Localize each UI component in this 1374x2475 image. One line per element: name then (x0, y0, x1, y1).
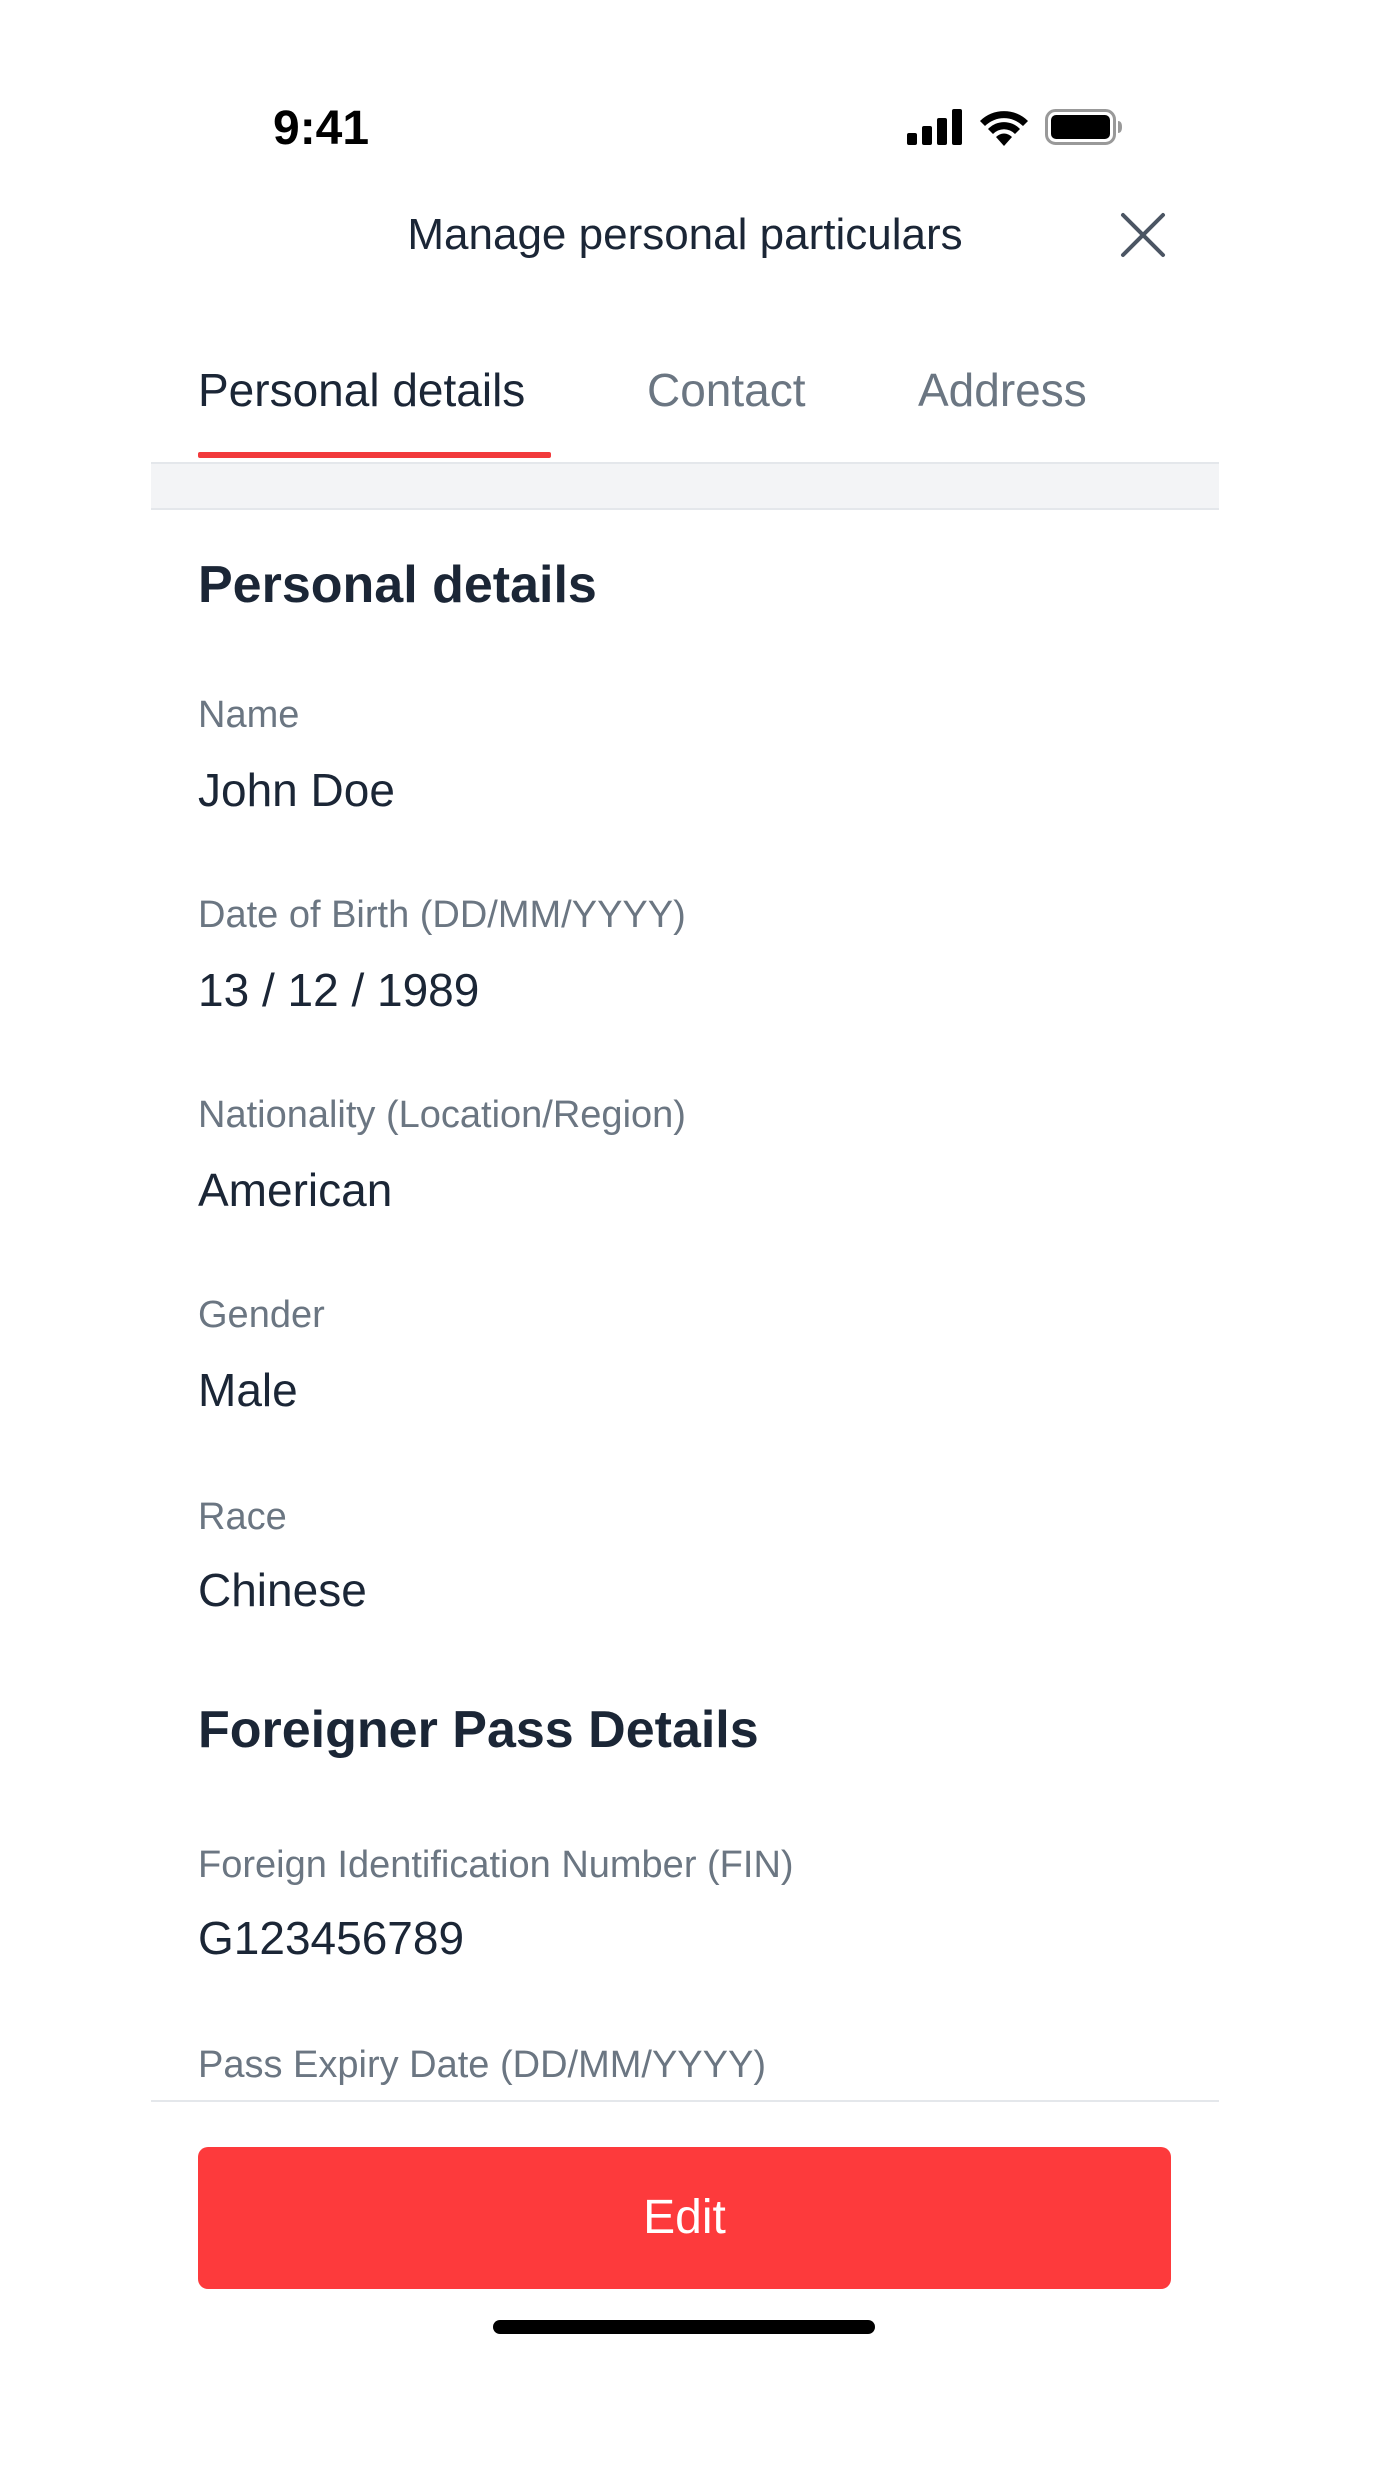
home-indicator[interactable] (493, 2320, 875, 2334)
field-label-pass-expiry: Pass Expiry Date (DD/MM/YYYY) (198, 2044, 766, 2086)
field-value-gender: Male (198, 1364, 298, 1416)
screen: 9:41 Manage personal particulars Persona… (0, 0, 1374, 2475)
field-label-gender: Gender (198, 1294, 325, 1336)
tab-contact[interactable]: Contact (647, 360, 806, 420)
details-content[interactable]: Personal details Name John Doe Date of B… (198, 510, 1172, 2100)
field-value-name: John Doe (198, 764, 395, 816)
field-value-fin: G123456789 (198, 1912, 465, 1964)
wifi-icon (979, 108, 1029, 151)
tab-personal-details[interactable]: Personal details (198, 360, 525, 420)
battery-icon (1045, 108, 1123, 150)
field-label-date-of-birth: Date of Birth (DD/MM/YYYY) (198, 894, 686, 936)
tab-bar: Personal details Contact Address (151, 340, 1219, 464)
field-value-race: Chinese (198, 1564, 367, 1616)
tab-address[interactable]: Address (918, 360, 1087, 420)
section-divider (151, 464, 1219, 510)
field-label-race: Race (198, 1496, 287, 1538)
field-label-nationality: Nationality (Location/Region) (198, 1094, 686, 1136)
bottom-divider (151, 2100, 1219, 2102)
field-value-date-of-birth: 13 / 12 / 1989 (198, 964, 480, 1016)
page-title: Manage personal particulars (407, 210, 963, 259)
close-button[interactable] (1115, 207, 1171, 263)
status-time: 9:41 (273, 102, 370, 155)
field-label-fin: Foreign Identification Number (FIN) (198, 1844, 794, 1886)
close-icon (1121, 213, 1165, 257)
edit-button[interactable]: Edit (198, 2147, 1171, 2289)
header: Manage personal particulars (151, 195, 1219, 275)
section-title-personal-details: Personal details (198, 556, 597, 614)
field-value-nationality: American (198, 1164, 393, 1216)
cellular-signal-icon (907, 108, 963, 150)
status-bar: 9:41 (151, 95, 1219, 163)
active-tab-indicator (198, 452, 551, 458)
app-container: 9:41 Manage personal particulars Persona… (151, 0, 1219, 2475)
status-icons (907, 108, 1123, 151)
section-title-foreigner-pass: Foreigner Pass Details (198, 1701, 759, 1759)
field-label-name: Name (198, 694, 300, 736)
